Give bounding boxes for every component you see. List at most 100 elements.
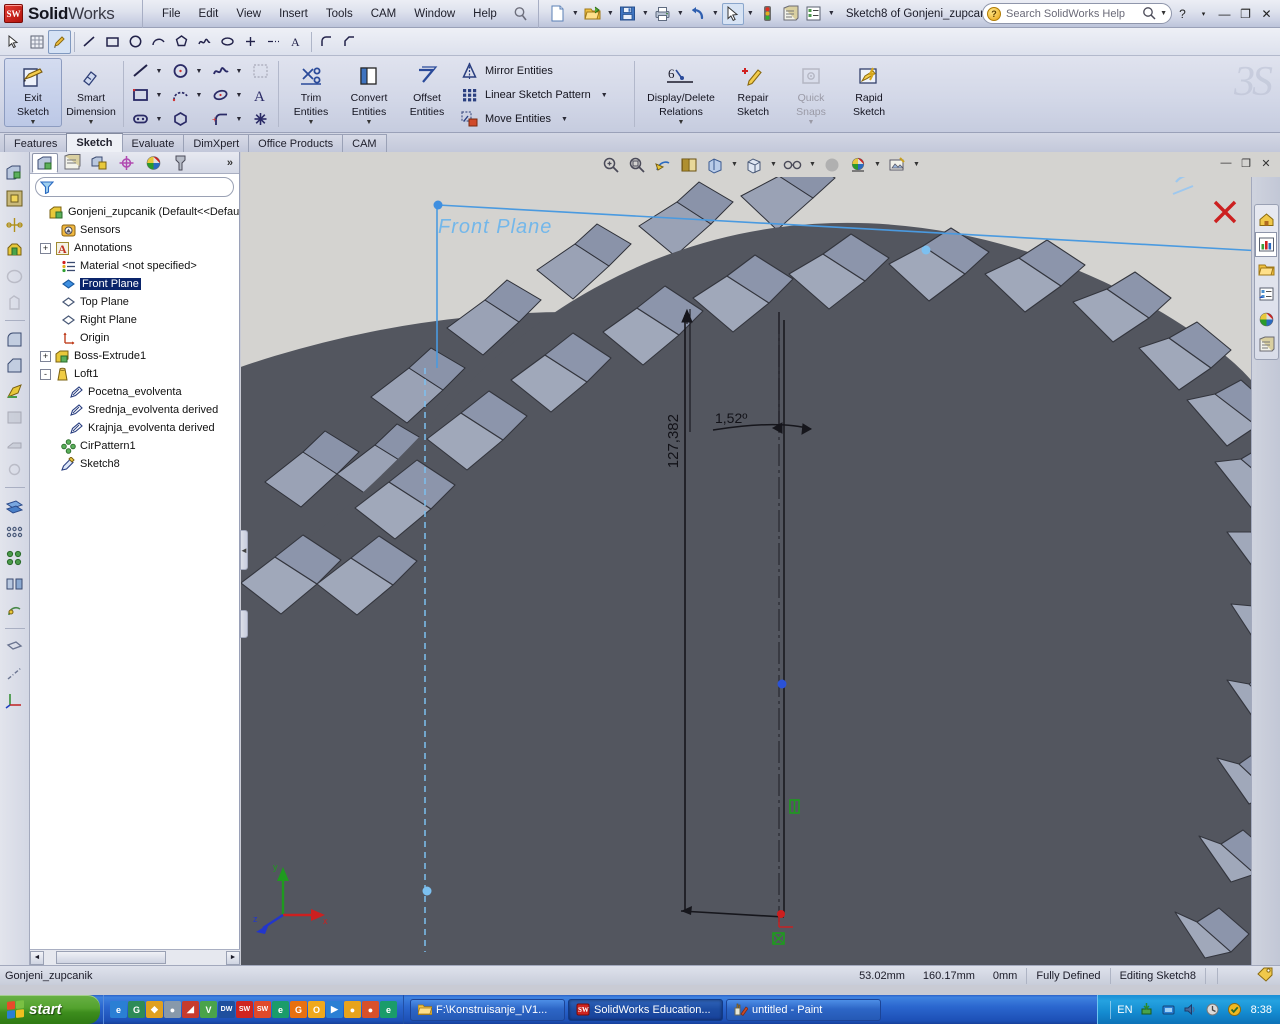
tag-icon[interactable] [1257, 966, 1274, 985]
fillet-flyout-row[interactable]: + ▼ [209, 107, 245, 131]
exit-sketch-dropdown[interactable]: ▼ [30, 119, 37, 126]
rectangle-icon[interactable] [101, 30, 124, 54]
point-flyout-row[interactable] [249, 107, 273, 131]
edit-appearance-icon[interactable] [820, 154, 844, 176]
volume-icon[interactable] [1183, 1002, 1199, 1018]
extruded-boss-icon[interactable] [3, 160, 27, 184]
3dsketch-flyout-row[interactable] [249, 59, 273, 83]
sketch-fillet-icon[interactable]: + [209, 108, 233, 130]
instant3d-icon[interactable] [3, 598, 27, 622]
move-entities-caret[interactable]: ▼ [551, 116, 568, 123]
circle-flyout-row[interactable]: ▼ [169, 59, 205, 83]
taskbar-window-solidworks[interactable]: SW SolidWorks Education... [568, 998, 723, 1021]
linear-sketch-pattern-caret[interactable]: ▼ [591, 92, 608, 99]
print-button[interactable] [652, 3, 674, 25]
view-settings-caret[interactable]: ▼ [911, 161, 922, 168]
fillet-icon[interactable] [315, 30, 338, 54]
home-icon[interactable] [1255, 207, 1277, 232]
line-flyout-row[interactable]: ▼ [129, 59, 165, 83]
tree-item-cirpattern[interactable]: CirPattern1 [34, 437, 239, 455]
exit-sketch-button[interactable]: Exit Sketch ▼ [4, 58, 62, 127]
file-explorer-icon[interactable] [1255, 257, 1277, 282]
tree-item-loft[interactable]: - Loft1 [34, 365, 239, 383]
system-clock[interactable]: 8:38 [1249, 1004, 1272, 1016]
fillet-feature-icon[interactable] [3, 327, 27, 351]
tab-office-products[interactable]: Office Products [248, 134, 344, 152]
save-button[interactable] [617, 3, 639, 25]
document-properties-caret[interactable]: ▼ [826, 3, 837, 25]
curves-icon[interactable] [3, 520, 27, 544]
polygon-flyout-row[interactable]: ▼ [169, 107, 205, 131]
fillet-flyout-caret[interactable]: ▼ [233, 116, 245, 123]
polygon-icon[interactable] [169, 108, 193, 130]
firefox-icon[interactable]: ● [362, 1001, 379, 1018]
chrome-icon[interactable]: ● [344, 1001, 361, 1018]
zoom-to-fit-icon[interactable] [599, 154, 623, 176]
tree-item-sensors[interactable]: Sensors [34, 221, 239, 239]
appearances-icon[interactable] [1255, 307, 1277, 332]
app-icon-4[interactable]: ● [164, 1001, 181, 1018]
view-orientation-caret[interactable]: ▼ [729, 161, 740, 168]
display-manager-tab[interactable] [140, 153, 166, 173]
swept-boss-icon[interactable] [3, 212, 27, 236]
media-player-icon[interactable]: ▶ [326, 1001, 343, 1018]
configuration-manager-tab[interactable] [86, 153, 112, 173]
mirror-entities-button[interactable]: Mirror Entities [458, 59, 555, 83]
tab-sketch[interactable]: Sketch [66, 133, 123, 152]
menu-insert[interactable]: Insert [270, 5, 317, 23]
boss-extrude-expander[interactable]: + [40, 350, 51, 362]
tree-item-annotations[interactable]: + A Annotations [34, 239, 239, 257]
tree-item-pocetna[interactable]: Pocetna_evolventa [34, 383, 239, 401]
lofted-boss-icon[interactable] [3, 238, 27, 262]
rib-icon[interactable] [3, 379, 27, 403]
feature-filter-input[interactable] [35, 177, 234, 197]
loft-expander[interactable]: - [40, 368, 51, 380]
sketch-pencil-icon[interactable] [48, 29, 71, 54]
convert-dropdown[interactable]: ▼ [366, 119, 373, 126]
menu-window[interactable]: Window [405, 5, 464, 23]
menu-tools[interactable]: Tools [317, 5, 362, 23]
relations-dropdown[interactable]: ▼ [678, 119, 685, 126]
ellipse-flyout-caret[interactable]: ▼ [233, 92, 245, 99]
minimize-button[interactable]: — [1215, 4, 1234, 23]
line-icon[interactable] [129, 60, 153, 82]
undo-caret[interactable]: ▼ [710, 3, 721, 25]
tab-features[interactable]: Features [4, 134, 68, 152]
sketch-text-icon[interactable]: A [249, 84, 273, 106]
scroll-thumb[interactable] [56, 951, 166, 964]
display-delete-relations-button[interactable]: 6 Display/Delete Relations ▼ [638, 58, 724, 127]
rectangle-icon[interactable] [129, 84, 153, 106]
tree-item-srednja[interactable]: Srednja_evolventa derived [34, 401, 239, 419]
polygon-icon[interactable] [170, 30, 193, 54]
slot-flyout-caret[interactable]: ▼ [153, 116, 165, 123]
select-tool-caret[interactable]: ▼ [745, 3, 756, 25]
network-icon[interactable] [1161, 1002, 1177, 1018]
solidworks-icon-2[interactable]: SW [254, 1001, 271, 1018]
text-flyout-row[interactable]: A [249, 83, 273, 107]
dimxpert-manager-tab[interactable] [113, 153, 139, 173]
circle-icon[interactable] [124, 30, 147, 54]
tab-dimxpert[interactable]: DimXpert [183, 134, 250, 152]
angular-dimension-value[interactable]: 1,52º [715, 410, 747, 426]
zoom-to-area-icon[interactable] [625, 154, 649, 176]
tree-item-sketch8[interactable]: Sketch8 [34, 455, 239, 473]
graphics-viewport[interactable]: z y x Front Plane 127,382 1,52º ▼ ▼ ▼ ▼ … [241, 152, 1280, 965]
cam-manager-tab[interactable] [167, 153, 193, 173]
smart-dimension-button[interactable]: Smart Dimension ▼ [62, 58, 120, 127]
restore-button[interactable]: ❐ [1236, 4, 1255, 23]
circle-flyout-caret[interactable]: ▼ [193, 68, 205, 75]
edge-icon-1[interactable]: e [272, 1001, 289, 1018]
slot-flyout-row[interactable]: ▼ [129, 107, 165, 131]
tree-item-material[interactable]: Material <not specified> [34, 257, 239, 275]
save-caret[interactable]: ▼ [640, 3, 651, 25]
feature-tree-tab[interactable] [32, 152, 58, 173]
solidworks-icon-1[interactable]: SW [236, 1001, 253, 1018]
rapid-sketch-button[interactable]: Rapid Sketch [840, 58, 898, 126]
smart-dimension-dropdown[interactable]: ▼ [88, 119, 95, 126]
viewport-minimize-button[interactable]: — [1218, 155, 1234, 171]
tree-item-origin[interactable]: Origin [34, 329, 239, 347]
trim-entities-button[interactable]: Trim Entities ▼ [282, 58, 340, 127]
edge-icon-2[interactable]: e [380, 1001, 397, 1018]
ellipse-icon[interactable] [209, 84, 233, 106]
opera-icon[interactable]: O [308, 1001, 325, 1018]
